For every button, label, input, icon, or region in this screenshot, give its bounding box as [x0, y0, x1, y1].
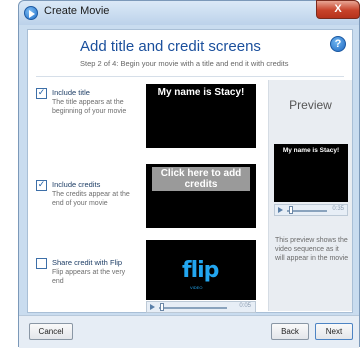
next-button[interactable]: Next [315, 323, 353, 340]
preview-seek-track[interactable] [287, 210, 327, 212]
play-icon[interactable] [150, 304, 155, 310]
app-icon [24, 6, 38, 20]
background-edge [2, 70, 6, 330]
flip-seek-track[interactable] [159, 307, 227, 309]
include-title-label: Include title [52, 88, 90, 97]
wizard-content: Add title and credit screens Step 2 of 4… [27, 29, 353, 313]
flip-logo-text: flip [182, 258, 219, 283]
title-thumbnail-text: My name is Stacy! [157, 87, 245, 98]
flip-seek-handle[interactable] [160, 303, 165, 311]
share-credit-label: Share credit with Flip [52, 258, 123, 267]
include-title-checkbox[interactable]: ✓ [36, 88, 47, 99]
back-button[interactable]: Back [271, 323, 309, 340]
preview-pane: Preview My name is Stacy! 0:35 This prev… [268, 80, 352, 311]
create-movie-window: Create Movie X Add title and credit scre… [18, 0, 360, 348]
preview-play-icon[interactable] [278, 207, 283, 213]
cancel-button[interactable]: Cancel [29, 323, 73, 340]
flip-playback-bar: 0:05 [146, 301, 256, 313]
share-credit-checkbox[interactable] [36, 258, 47, 269]
preview-playback-bar: 0:35 [274, 204, 348, 216]
header-divider [36, 76, 344, 77]
credits-thumbnail[interactable]: Click here to add credits [146, 164, 256, 228]
page-title: Add title and credit screens [80, 38, 261, 55]
preview-description: This preview shows the video sequence as… [275, 237, 349, 262]
credits-thumbnail-text[interactable]: Click here to add credits [152, 167, 250, 191]
preview-seek-handle[interactable] [289, 206, 293, 214]
flip-logo-subtext: VIDEO [190, 285, 203, 290]
preview-time-label: 0:35 [332, 206, 344, 212]
include-title-description: The title appears at the beginning of yo… [52, 99, 127, 115]
button-bar: Cancel Back Next [19, 315, 359, 348]
include-credits-label: Include credits [52, 180, 101, 189]
preview-title: Preview [289, 98, 332, 112]
help-icon[interactable]: ? [330, 36, 346, 52]
flip-time-label: 0:05 [239, 303, 251, 309]
preview-screen: My name is Stacy! [274, 144, 348, 202]
flip-thumbnail[interactable]: flip VIDEO [146, 240, 256, 300]
title-bar[interactable]: Create Movie X [19, 0, 360, 25]
page-subtitle: Step 2 of 4: Begin your movie with a tit… [80, 59, 289, 68]
preview-screen-text: My name is Stacy! [282, 147, 340, 154]
title-thumbnail[interactable]: My name is Stacy! [146, 84, 256, 148]
include-credits-checkbox[interactable]: ✓ [36, 180, 47, 191]
include-credits-description: The credits appear at the end of your mo… [52, 191, 130, 207]
window-title: Create Movie [44, 5, 110, 17]
close-button[interactable]: X [316, 0, 360, 19]
share-credit-description: Flip appears at the very end [52, 269, 126, 285]
